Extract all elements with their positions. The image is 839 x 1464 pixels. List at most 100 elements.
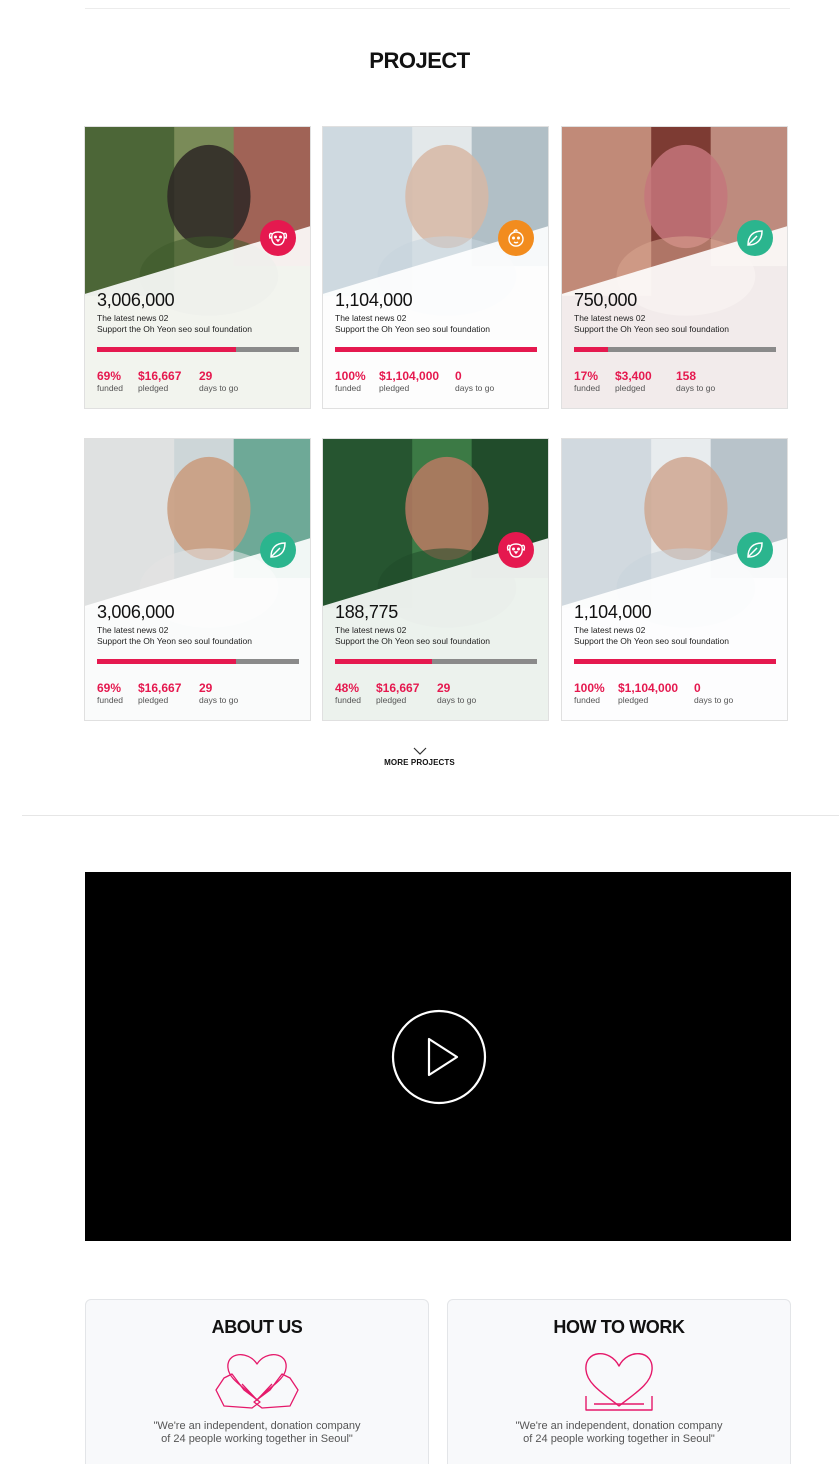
pledged-value: $1,104,000: [618, 681, 679, 695]
project-amount: 1,104,000: [574, 602, 652, 622]
project-card[interactable]: 1,104,000 The latest news 02 Support the…: [561, 438, 788, 721]
project-amount: 750,000: [574, 290, 637, 310]
stat-funded: 48% funded: [335, 682, 361, 706]
funding-progress-fill: [574, 659, 776, 664]
funding-progress-bar: [97, 347, 299, 352]
funding-progress-fill: [335, 347, 537, 352]
days-label: days to go: [455, 383, 495, 393]
funding-progress-bar: [97, 659, 299, 664]
project-news: The latest news 02: [335, 313, 407, 323]
project-news: The latest news 02: [97, 313, 169, 323]
funding-progress-fill: [335, 659, 432, 664]
funding-progress-fill: [574, 347, 609, 352]
more-projects-button[interactable]: MORE PROJECTS: [0, 746, 839, 767]
funding-progress-bar: [574, 347, 776, 352]
days-value: 29: [199, 681, 213, 695]
about-us-quote: "We're an independent, donation company …: [86, 1420, 428, 1446]
days-value: 29: [437, 681, 451, 695]
project-info: 1,104,000 The latest news 02 Support the…: [562, 439, 787, 720]
pledged-value: $1,104,000: [379, 369, 440, 383]
how-quote-line-1: "We're an independent, donation company: [515, 1420, 723, 1432]
how-quote-line-2: of 24 people working together in Seoul": [523, 1433, 715, 1445]
about-quote-line-1: "We're an independent, donation company: [153, 1420, 361, 1432]
leaf-icon: [737, 220, 773, 256]
chevron-down-icon: [413, 747, 426, 755]
pledged-label: pledged: [615, 383, 646, 393]
pledged-label: pledged: [138, 695, 169, 705]
project-card[interactable]: 3,006,000 The latest news 02 Support the…: [84, 126, 311, 409]
play-icon[interactable]: [391, 1009, 487, 1105]
stat-pledged: $16,667 pledged: [138, 682, 181, 706]
how-to-work-title: HOW TO WORK: [553, 1317, 685, 1337]
funding-progress-bar: [335, 659, 537, 664]
stat-funded: 69% funded: [97, 370, 123, 394]
stat-pledged: $3,400 pledged: [615, 370, 652, 394]
stat-days: 158 days to go: [676, 370, 715, 394]
how-to-work-panel[interactable]: HOW TO WORK "We're an independent, donat…: [447, 1299, 791, 1464]
funded-value: 100%: [574, 681, 605, 695]
project-card[interactable]: 750,000 The latest news 02 Support the O…: [561, 126, 788, 409]
pledged-label: pledged: [138, 383, 169, 393]
days-label: days to go: [437, 695, 477, 705]
top-divider: [85, 8, 790, 9]
funding-progress-bar: [335, 347, 537, 352]
project-card[interactable]: 1,104,000 The latest news 02 Support the…: [322, 126, 549, 409]
pledged-value: $16,667: [376, 681, 420, 695]
stat-pledged: $16,667 pledged: [138, 370, 181, 394]
project-info: 750,000 The latest news 02 Support the O…: [562, 127, 787, 408]
stat-pledged: $1,104,000 pledged: [379, 370, 439, 394]
about-us-title: ABOUT US: [211, 1317, 303, 1337]
project-card[interactable]: 188,775 The latest news 02 Support the O…: [322, 438, 549, 721]
days-label: days to go: [676, 383, 716, 393]
video-player[interactable]: [85, 872, 791, 1241]
project-amount: 188,775: [335, 602, 398, 622]
pledged-value: $16,667: [138, 369, 182, 383]
project-news: The latest news 02: [574, 625, 646, 635]
stat-funded: 100% funded: [335, 370, 366, 394]
project-card[interactable]: 3,006,000 The latest news 02 Support the…: [84, 438, 311, 721]
how-to-work-quote: "We're an independent, donation company …: [448, 1420, 790, 1446]
days-value: 0: [455, 369, 462, 383]
about-us-panel[interactable]: ABOUT US "We're an independent, donation…: [85, 1299, 429, 1464]
dog-icon: [260, 220, 296, 256]
leaf-icon: [737, 532, 773, 568]
days-value: 29: [199, 369, 213, 383]
project-amount: 3,006,000: [97, 602, 175, 622]
funded-label: funded: [97, 383, 123, 393]
days-value: 0: [694, 681, 701, 695]
dog-icon: [498, 532, 534, 568]
funding-progress-bar: [574, 659, 776, 664]
funded-value: 69%: [97, 369, 122, 383]
stat-days: 29 days to go: [199, 370, 238, 394]
stat-days: 0 days to go: [694, 682, 733, 706]
project-description: Support the Oh Yeon seo soul foundation: [335, 636, 491, 646]
project-amount: 3,006,000: [97, 290, 175, 310]
funded-label: funded: [335, 383, 361, 393]
more-projects-label: MORE PROJECTS: [384, 758, 455, 767]
project-grid: 3,006,000 The latest news 02 Support the…: [84, 126, 790, 722]
stat-funded: 17% funded: [574, 370, 600, 394]
funded-value: 69%: [97, 681, 122, 695]
funded-value: 48%: [335, 681, 360, 695]
funded-label: funded: [574, 383, 600, 393]
stat-pledged: $16,667 pledged: [376, 682, 419, 706]
days-value: 158: [676, 369, 697, 383]
leaf-icon: [260, 532, 296, 568]
project-description: Support the Oh Yeon seo soul foundation: [574, 324, 730, 334]
heart-stand-icon: [585, 1352, 653, 1411]
days-label: days to go: [694, 695, 734, 705]
stat-days: 0 days to go: [455, 370, 494, 394]
section-divider: [22, 815, 839, 816]
project-description: Support the Oh Yeon seo soul foundation: [574, 636, 730, 646]
stat-funded: 100% funded: [574, 682, 605, 706]
section-title: PROJECT: [369, 48, 470, 73]
funded-label: funded: [97, 695, 123, 705]
project-news: The latest news 02: [335, 625, 407, 635]
pledged-value: $16,667: [138, 681, 182, 695]
pledged-label: pledged: [379, 383, 410, 393]
funded-label: funded: [335, 695, 361, 705]
about-quote-line-2: of 24 people working together in Seoul": [161, 1433, 353, 1445]
project-description: Support the Oh Yeon seo soul foundation: [97, 636, 253, 646]
funding-progress-fill: [97, 347, 237, 352]
project-news: The latest news 02: [97, 625, 169, 635]
